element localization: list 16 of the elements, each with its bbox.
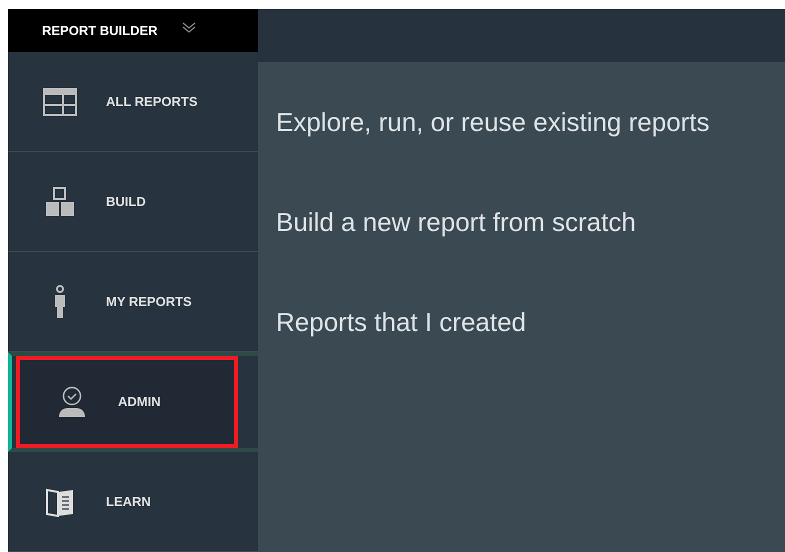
table-icon (43, 88, 77, 116)
item-label: ALL REPORTS (106, 92, 198, 111)
item-label: MY REPORTS (106, 292, 192, 311)
sidebar-item[interactable]: ADMIN (8, 352, 258, 452)
item-label: LEARN (106, 492, 151, 511)
user-check-icon (57, 386, 87, 418)
description-text: Reports that I created (276, 306, 526, 338)
description-text: Explore, run, or reuse existing reports (276, 106, 710, 138)
chevron-down-icon[interactable] (182, 22, 196, 34)
item-label: BUILD (106, 192, 146, 211)
person-icon (54, 284, 66, 318)
blocks-icon (45, 186, 75, 216)
item-label: ADMIN (118, 393, 161, 412)
book-icon (45, 486, 75, 516)
sidebar-title: REPORT BUILDER (42, 22, 158, 40)
description-text: Build a new report from scratch (276, 206, 636, 238)
